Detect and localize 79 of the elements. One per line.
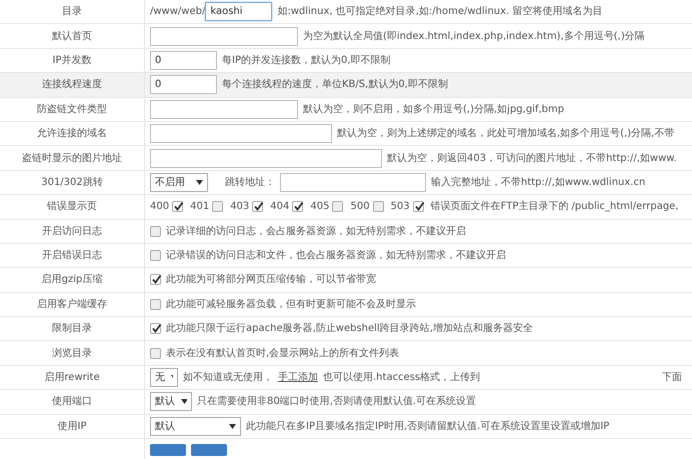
checkbox[interactable] bbox=[150, 274, 161, 286]
text-field[interactable] bbox=[150, 148, 382, 168]
text-field[interactable]: 0 bbox=[150, 75, 217, 94]
caret-icon bbox=[181, 399, 187, 404]
text-field[interactable] bbox=[150, 100, 298, 119]
manual-add-link[interactable]: 手工添加 bbox=[278, 370, 318, 386]
checkbox[interactable] bbox=[412, 201, 424, 212]
field-label: 启用rewrite bbox=[44, 370, 100, 386]
submit-button[interactable] bbox=[191, 444, 227, 456]
hint-text: 如不知道或无使用， bbox=[183, 370, 273, 386]
dropdown[interactable]: 无 bbox=[150, 368, 178, 388]
hint-text: 每个连接线程的速度，单位KB/S,默认为0,即不限制 bbox=[222, 78, 448, 92]
hint-text: 为空为默认全局值(即index.html,index.php,index.htm),多个用逗号(,)分隔 bbox=[303, 30, 645, 44]
hint-text: 也可以使用.htaccess格式，上传到 bbox=[323, 370, 480, 386]
code-label: 401 bbox=[190, 200, 210, 214]
checkbox[interactable] bbox=[292, 201, 304, 212]
hint-text: 默认为空，则返回403，可访问的图片地址，不带http://,如www. bbox=[387, 152, 677, 166]
field-label: 使用端口 bbox=[52, 394, 92, 410]
caret-icon bbox=[196, 180, 203, 185]
code-label: 403 bbox=[230, 200, 250, 214]
caret-icon bbox=[171, 375, 173, 380]
hint-text: 此功能为可将部分网页压缩传输，可以节省带宽 bbox=[166, 272, 376, 288]
dropdown[interactable]: 默认 bbox=[150, 416, 241, 436]
field-label: 错误显示页 bbox=[47, 200, 97, 214]
field-label: 允许连接的域名 bbox=[37, 126, 107, 142]
hint-text: 此功能可减轻服务器负载，但有时更新可能不会及时显示 bbox=[166, 298, 416, 312]
path-prefix: /www/web/ bbox=[150, 5, 206, 20]
field-label: IP并发数 bbox=[52, 54, 92, 68]
checkbox[interactable] bbox=[150, 226, 161, 237]
text-field[interactable] bbox=[150, 26, 298, 46]
code-label: 500 bbox=[350, 200, 370, 214]
checkbox[interactable] bbox=[150, 323, 161, 334]
code-label: 400 bbox=[150, 200, 170, 214]
field-label: 启用客户端缓存 bbox=[37, 298, 107, 312]
checkbox[interactable] bbox=[372, 201, 384, 212]
field-label: 开启访问日志 bbox=[42, 224, 102, 239]
checkbox[interactable] bbox=[252, 201, 264, 212]
hint-text: 每IP的并发连接数，默认为0,即不限制 bbox=[222, 54, 391, 68]
hint-text: 只在需要使用非80端口时使用,否则请使用默认值.可在系统设置 bbox=[197, 394, 476, 410]
text-field[interactable] bbox=[280, 172, 426, 192]
hint-text: 表示在没有默认首页时,会显示网站上的所有文件列表 bbox=[166, 346, 400, 361]
checkbox[interactable] bbox=[150, 250, 161, 262]
field-label: 防盗链文件类型 bbox=[37, 102, 107, 117]
field-label: 连接线程速度 bbox=[42, 78, 102, 92]
hint-text: 默认为空，则为上述绑定的域名，此处可增加域名,如多个用逗号(,)分隔,不带 bbox=[337, 126, 674, 142]
text-field[interactable] bbox=[150, 124, 332, 144]
checkbox[interactable] bbox=[212, 201, 224, 212]
checkbox[interactable] bbox=[150, 298, 161, 310]
hint-text: 下面 bbox=[662, 371, 682, 386]
checkbox[interactable] bbox=[150, 348, 161, 359]
code-label: 503 bbox=[390, 200, 410, 214]
dropdown[interactable]: 不启用 bbox=[150, 172, 208, 192]
field-label: 启用gzip压缩 bbox=[42, 272, 102, 288]
checkbox[interactable] bbox=[332, 201, 344, 212]
text-field[interactable]: 0 bbox=[150, 50, 217, 70]
field-label: 跳转地址： bbox=[225, 176, 275, 190]
submit-button[interactable] bbox=[150, 444, 186, 456]
code-label: 405 bbox=[310, 200, 330, 214]
field-label: 开启错误日志 bbox=[42, 248, 102, 264]
hint-text: 如:wdlinux, 也可指定绝对目录,如:/home/wdlinux. 留空将使用域名为目 bbox=[277, 4, 602, 20]
field-label: 盗链时显示的图片地址 bbox=[22, 152, 122, 166]
hint-text: 记录详细的访问日志，会占服务器资源，如无特别需求，不建议开启 bbox=[166, 224, 466, 239]
text-field[interactable]: kaoshi bbox=[205, 2, 272, 22]
checkbox[interactable] bbox=[172, 201, 184, 212]
hint-text: 错误页面文件在FTP主目录下的 /public_html/errpage, bbox=[430, 200, 679, 214]
field-label: 目录 bbox=[62, 5, 82, 20]
dropdown[interactable]: 默认 bbox=[150, 392, 192, 412]
hint-text: 此功能只在多IP且要域名指定IP时用,否则请留默认值.可在系统设置里设置或增加IP bbox=[246, 420, 610, 434]
hint-text: 输入完整地址，不带http://,如www.wdlinux.cn bbox=[431, 176, 646, 190]
field-label: 浏览目录 bbox=[52, 346, 92, 361]
hint-text: 默认为空，则不启用，如多个用逗号(,)分隔,如jpg,gif,bmp bbox=[303, 102, 564, 117]
field-label: 默认首页 bbox=[52, 30, 92, 44]
field-label: 301/302跳转 bbox=[41, 176, 103, 190]
code-label: 404 bbox=[270, 200, 290, 214]
hint-text: 记录错误的访问日志和文件，也会占服务器资源，如无特别需求，不建议开启 bbox=[166, 248, 506, 264]
field-label: 限制目录 bbox=[52, 322, 92, 336]
hint-text: 此功能只限于运行apache服务器,防止webshell跨目录跨站,增加站点和服务器安全 bbox=[166, 322, 533, 336]
field-label: 使用IP bbox=[58, 420, 86, 434]
caret-icon bbox=[229, 424, 236, 429]
